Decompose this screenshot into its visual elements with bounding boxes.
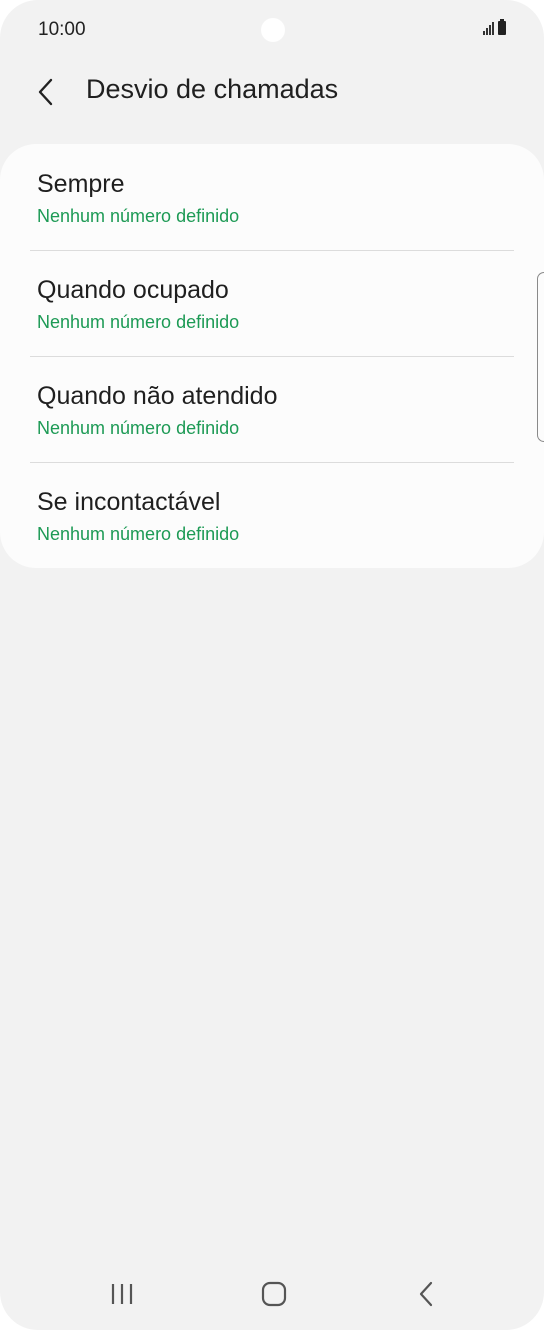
list-item-quando-ocupado[interactable]: Quando ocupado Nenhum número definido [0,250,544,356]
status-bar: 10:00 [0,0,544,60]
home-icon [261,1281,287,1307]
list-item-subtitle: Nenhum número definido [37,418,240,438]
status-time: 10:00 [38,19,86,40]
battery-icon [498,19,506,35]
app-bar: Desvio de chamadas [0,60,544,124]
list-item-subtitle: Nenhum número definido [37,312,240,332]
call-forwarding-list: Sempre Nenhum número definido Quando ocu… [0,144,544,568]
status-icons [483,19,506,35]
back-icon [419,1281,433,1307]
list-item-sempre[interactable]: Sempre Nenhum número definido [0,144,544,250]
recents-button[interactable] [102,1276,142,1312]
chevron-left-icon [38,78,53,106]
list-item-subtitle: Nenhum número definido [37,524,240,544]
list-item-title: Sempre [37,170,125,198]
scrollbar[interactable] [537,272,544,442]
home-button[interactable] [254,1276,294,1312]
back-button[interactable] [26,72,66,112]
camera-cutout [261,18,285,42]
nav-back-button[interactable] [406,1276,446,1312]
list-item-title: Quando ocupado [37,276,229,304]
list-item-subtitle: Nenhum número definido [37,206,240,226]
list-item-title: Se incontactável [37,488,221,516]
list-item-se-incontactavel[interactable]: Se incontactável Nenhum número definido [0,462,544,568]
recents-icon [111,1284,133,1304]
list-item-title: Quando não atendido [37,382,278,410]
signal-icon [483,21,494,35]
list-item-quando-nao-atendido[interactable]: Quando não atendido Nenhum número defini… [0,356,544,462]
phone-screen: 10:00 Desvio de chamadas Sempre Nenhum n… [0,0,544,1330]
page-title: Desvio de chamadas [86,74,339,104]
navigation-bar [0,1262,544,1326]
